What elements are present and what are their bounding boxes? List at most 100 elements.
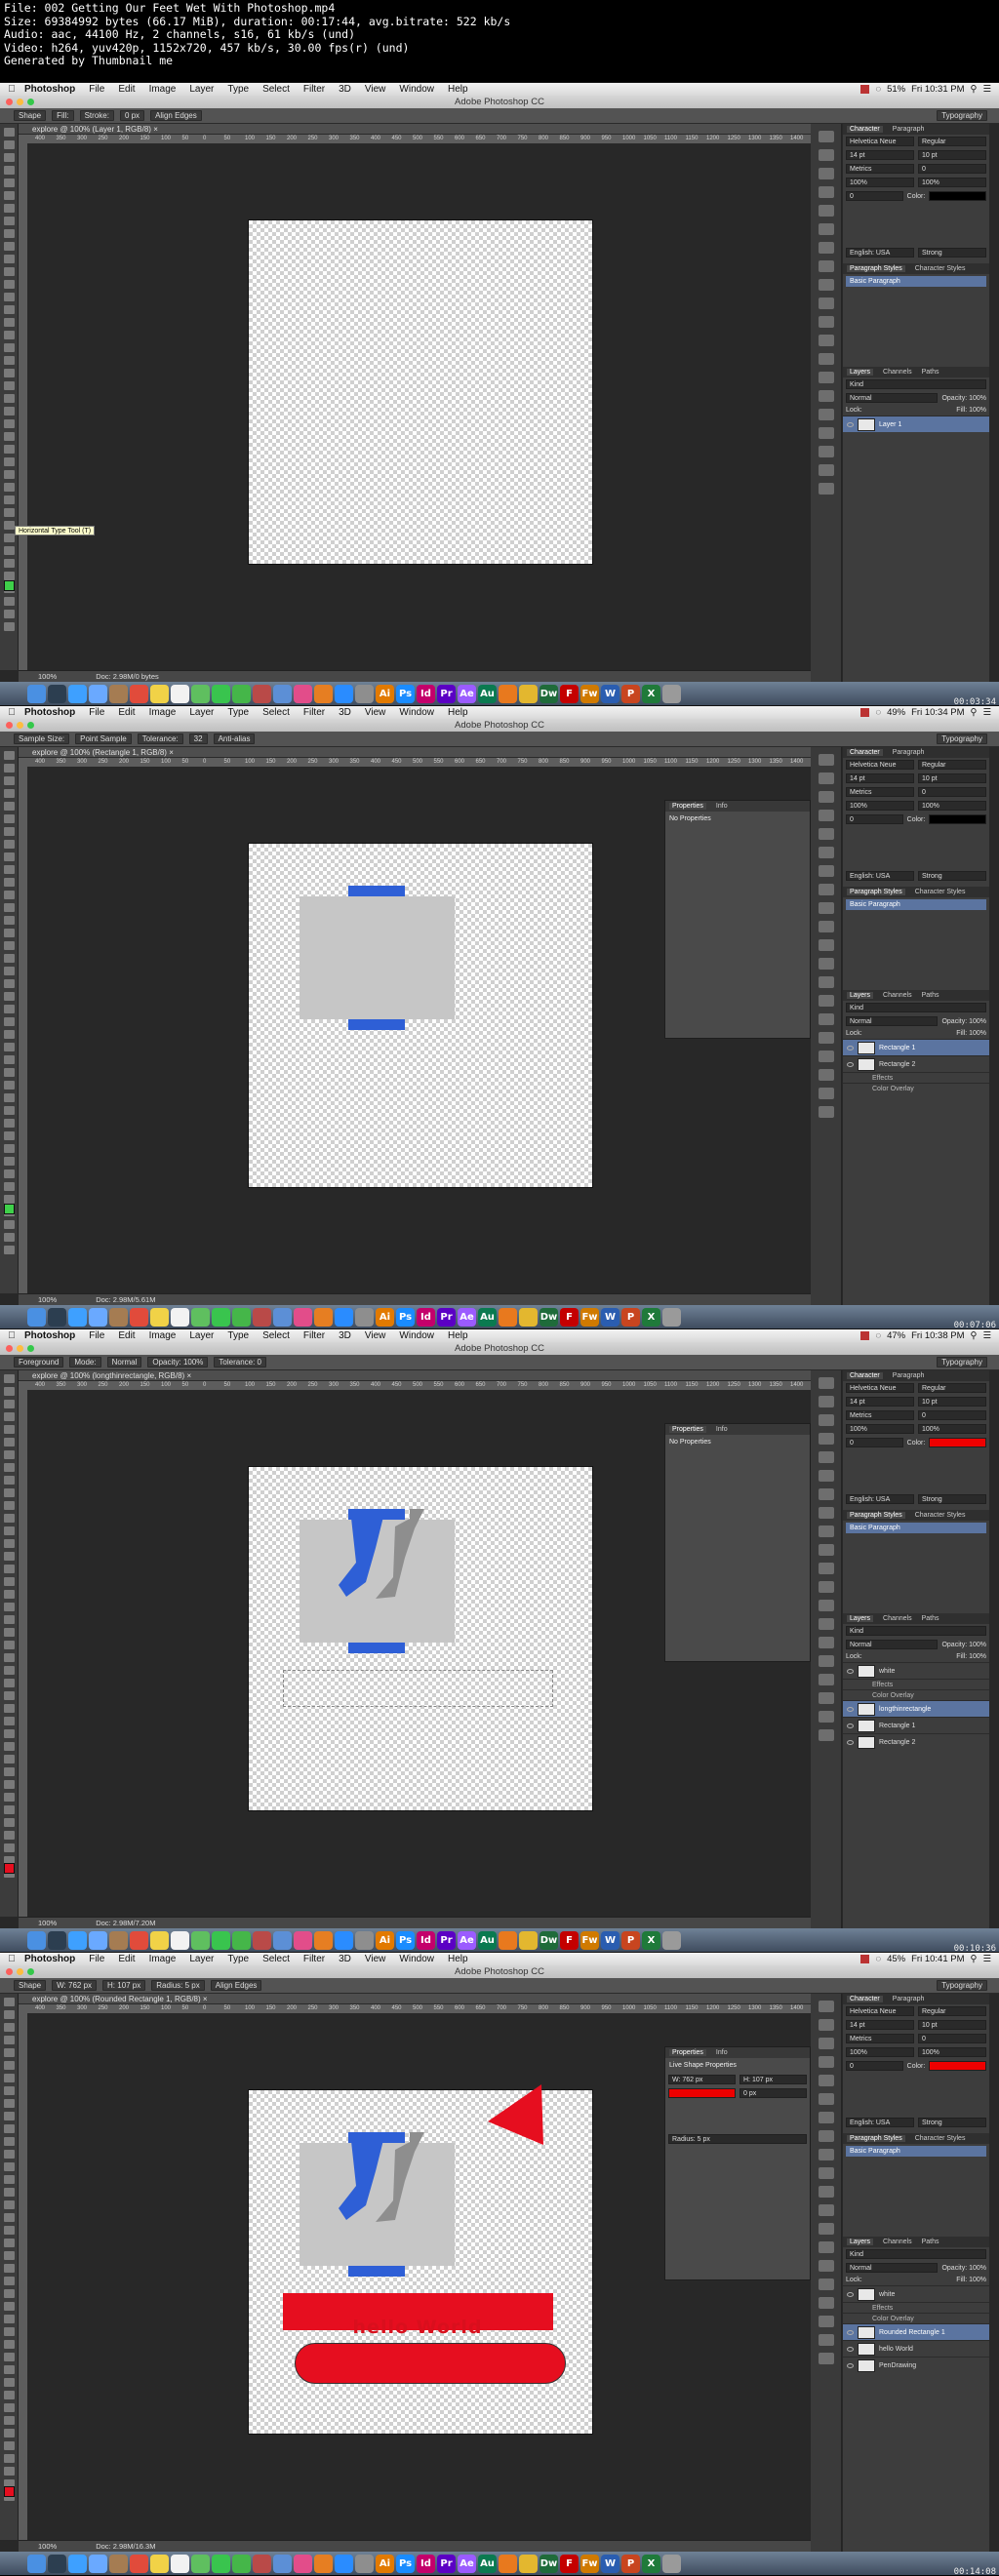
dock-app-icon[interactable]: [68, 2555, 87, 2573]
tool-icon[interactable]: [3, 1005, 15, 1013]
dock-app-icon[interactable]: Ae: [458, 1931, 476, 1950]
tool-icon[interactable]: [3, 1615, 15, 1624]
basic-paragraph-style[interactable]: Basic Paragraph: [846, 276, 986, 287]
dock-app-icon[interactable]: Au: [478, 1931, 497, 1950]
dock-app-icon[interactable]: [294, 685, 312, 703]
dock-app-icon[interactable]: [662, 2555, 681, 2573]
tool-icon[interactable]: [3, 166, 15, 175]
dock-app-icon[interactable]: Ai: [376, 1931, 394, 1950]
dock-app-icon[interactable]: [89, 1931, 107, 1950]
menu-item[interactable]: Edit: [111, 1953, 141, 1965]
dock-app-icon[interactable]: [130, 685, 148, 703]
tab-paths[interactable]: Paths: [922, 1615, 939, 1622]
recording-icon[interactable]: [860, 85, 870, 94]
dock-app-icon[interactable]: [232, 2555, 251, 2573]
tool-icon[interactable]: [3, 1998, 15, 2006]
tool-icon[interactable]: [3, 1767, 15, 1776]
tool-icon[interactable]: [3, 2467, 15, 2476]
tool-icon[interactable]: [3, 840, 15, 849]
baseline-field[interactable]: 0: [846, 2061, 903, 2071]
layer-kind-filter[interactable]: Kind: [846, 2249, 986, 2259]
tab-paragraph[interactable]: Paragraph: [893, 749, 925, 756]
fill-field[interactable]: Fill: 100%: [956, 2277, 986, 2283]
notifications-icon[interactable]: ☰: [982, 1329, 991, 1342]
tool-icon[interactable]: [3, 814, 15, 823]
eye-icon[interactable]: [847, 1061, 854, 1067]
battery-percent[interactable]: 51%: [887, 83, 905, 96]
menu-item[interactable]: Type: [220, 706, 256, 719]
dock-app-icon[interactable]: [130, 1308, 148, 1327]
panel-icon[interactable]: [818, 1451, 834, 1463]
layer-row[interactable]: hello World: [843, 2340, 989, 2357]
apple-icon[interactable]: : [6, 1329, 18, 1342]
panel-icon[interactable]: [818, 2019, 834, 2031]
tool-icon[interactable]: [3, 622, 15, 631]
dock-app-icon[interactable]: [253, 2555, 271, 2573]
tool-icon[interactable]: [3, 2239, 15, 2247]
tool-icon[interactable]: [3, 1565, 15, 1573]
panel-icon[interactable]: [818, 2334, 834, 2346]
spotlight-icon[interactable]: ⚲: [971, 1329, 978, 1342]
panel-icon[interactable]: [818, 1526, 834, 1537]
document-tab[interactable]: explore @ 100% (Layer 1, RGB/8) ×: [19, 124, 811, 135]
panel-icon[interactable]: [818, 2075, 834, 2086]
dock-app-icon[interactable]: Fw: [580, 685, 599, 703]
tool-icon[interactable]: [3, 2327, 15, 2336]
tool-icon[interactable]: [3, 572, 15, 580]
dock-app-icon[interactable]: [294, 1308, 312, 1327]
tool-icon[interactable]: [3, 2137, 15, 2146]
menu-item[interactable]: Image: [142, 83, 183, 96]
tool-preset-picker[interactable]: Shape: [14, 1980, 47, 1991]
tool-icon[interactable]: [3, 2200, 15, 2209]
tracking-field[interactable]: 0: [918, 1410, 986, 1420]
panel-icon[interactable]: [818, 995, 834, 1007]
panel-icon[interactable]: [818, 149, 834, 161]
vertical-scale-field[interactable]: 100%: [846, 2047, 914, 2057]
tab-paths[interactable]: Paths: [922, 369, 939, 376]
panel-icon[interactable]: [818, 223, 834, 235]
tool-icon[interactable]: [3, 903, 15, 912]
font-style-select[interactable]: Regular: [918, 137, 986, 146]
tab-character-styles[interactable]: Character Styles: [915, 889, 966, 895]
tab-paragraph[interactable]: Paragraph: [893, 1372, 925, 1379]
panel-icon[interactable]: [818, 297, 834, 309]
tool-icon[interactable]: [3, 2213, 15, 2222]
tool-icon[interactable]: [3, 2162, 15, 2171]
panel-icon[interactable]: [818, 168, 834, 179]
dock-app-icon[interactable]: [499, 1308, 517, 1327]
dock-app-icon[interactable]: Pr: [437, 2555, 456, 2573]
option-1[interactable]: Point Sample: [75, 733, 132, 744]
tab-paragraph-styles[interactable]: Paragraph Styles: [847, 2135, 905, 2142]
menu-item[interactable]: 3D: [332, 83, 358, 96]
spotlight-icon[interactable]: ⚲: [971, 83, 978, 96]
tool-preset-picker[interactable]: Sample Size:: [14, 733, 70, 744]
tool-icon[interactable]: [3, 559, 15, 568]
menu-item[interactable]: View: [358, 1329, 393, 1342]
dock-app-icon[interactable]: [68, 1931, 87, 1950]
tab-paragraph-styles[interactable]: Paragraph Styles: [847, 265, 905, 272]
shape-fill-swatch[interactable]: [668, 2088, 736, 2098]
tool-icon[interactable]: [3, 280, 15, 289]
panel-icon[interactable]: [818, 1618, 834, 1630]
panel-icon[interactable]: [818, 2316, 834, 2327]
tool-icon[interactable]: [3, 217, 15, 225]
option-4[interactable]: Align Edges: [150, 110, 202, 121]
font-style-select[interactable]: Regular: [918, 760, 986, 770]
dock-app-icon[interactable]: [130, 2555, 148, 2573]
layer-row[interactable]: PenDrawing: [843, 2357, 989, 2373]
font-size-field[interactable]: 14 pt: [846, 773, 914, 783]
tool-icon[interactable]: [3, 2124, 15, 2133]
tab-info[interactable]: Info: [716, 1426, 728, 1433]
tool-icon[interactable]: [3, 891, 15, 899]
tab-character-styles[interactable]: Character Styles: [915, 1512, 966, 1519]
opacity-field[interactable]: Opacity: 100%: [941, 395, 986, 402]
panel-icon[interactable]: [818, 865, 834, 877]
tab-channels[interactable]: Channels: [883, 2239, 912, 2245]
dock-app-icon[interactable]: [68, 1308, 87, 1327]
dock-app-icon[interactable]: W: [601, 1931, 619, 1950]
layer-row[interactable]: Rounded Rectangle 1: [843, 2323, 989, 2340]
leading-field[interactable]: 10 pt: [918, 1397, 986, 1407]
leading-field[interactable]: 10 pt: [918, 773, 986, 783]
dock-app-icon[interactable]: [171, 1308, 189, 1327]
tool-icon[interactable]: [3, 1463, 15, 1472]
